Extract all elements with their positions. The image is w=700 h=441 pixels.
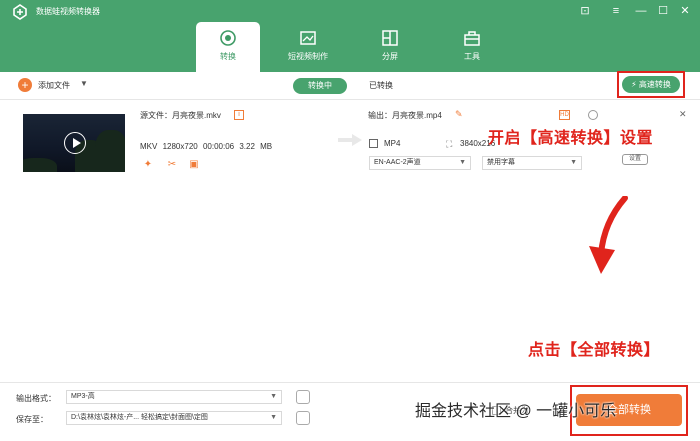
annotation-bottom: 点击【全部转换】 (528, 342, 661, 359)
save-path-value: D:\袁林炫\袁林炫-产... 轻松搞定\封面图\定图 (71, 414, 208, 421)
source-file-name: 源文件：月亮夜景.mkv (140, 111, 221, 120)
output-file-name: 输出：月亮夜景.mp4 (368, 111, 442, 120)
hd-icon[interactable]: HD (559, 110, 570, 120)
tab-label: 分屏 (382, 52, 398, 61)
settings-button[interactable]: 设置 (622, 154, 648, 165)
source-resolution: 1280x720 (162, 142, 198, 151)
magic-wand-icon[interactable]: ✦ (142, 159, 154, 171)
play-icon[interactable] (64, 132, 86, 154)
title-bar: 数据蛙视频转换器 ⊡ ≡ — ☐ ✕ 转换 短视频制作 分屏 工具 (0, 0, 700, 72)
audio-track-select[interactable]: EN-AAC-2声道 ▼ (369, 156, 471, 170)
tab-video-maker[interactable]: 短视频制作 (276, 22, 340, 72)
arrow-right-icon (338, 134, 362, 146)
folder-icon[interactable] (296, 411, 310, 425)
arrow-down-icon (589, 196, 628, 274)
fast-convert-button[interactable]: ⚡ 高速转换 (622, 76, 680, 93)
source-duration: 00:00:06 (202, 142, 235, 151)
minimize-icon[interactable]: — (633, 3, 649, 19)
format-settings-icon[interactable] (296, 390, 310, 404)
output-format-select[interactable]: MP3-高 ▼ (66, 390, 282, 404)
format-icon (369, 139, 378, 148)
resolution-icon: ⛶ (446, 139, 453, 149)
scissors-icon[interactable]: ✂ (166, 159, 178, 171)
save-to-label: 保存至： (16, 415, 48, 424)
pencil-icon[interactable]: ✎ (455, 109, 463, 120)
add-file-button[interactable]: 添加文件 (38, 80, 70, 91)
maximize-icon[interactable]: ☐ (655, 3, 671, 19)
tree-silhouette (23, 158, 57, 172)
output-format: MP4 (384, 139, 401, 148)
toolbox-icon (464, 31, 480, 46)
chevron-down-icon: ▼ (570, 159, 577, 166)
app-window: 数据蛙视频转换器 ⊡ ≡ — ☐ ✕ 转换 短视频制作 分屏 工具 + 添加文件… (0, 0, 700, 441)
watermark: 掘金技术社区 @ 一罐小可乐 (415, 403, 617, 420)
source-meta: MKV 1280x720 00:00:06 3.22 MB (140, 142, 272, 151)
app-title: 数据蛙视频转换器 (36, 7, 100, 16)
output-format-label: 输出格式： (16, 394, 56, 403)
toolbar: + 添加文件 ▼ 转换中 已转换 (0, 72, 700, 100)
close-icon[interactable]: ✕ (679, 109, 687, 120)
tab-convert[interactable]: 转换 (196, 22, 260, 72)
subtitle-value: 禁用字幕 (487, 159, 515, 166)
fast-convert-highlight: ⚡ 高速转换 (617, 71, 685, 98)
info-icon[interactable]: i (234, 110, 244, 120)
video-thumbnail[interactable] (23, 114, 125, 172)
chevron-down-icon: ▼ (459, 159, 466, 166)
audio-track-value: EN-AAC-2声道 (374, 159, 421, 166)
subtitle-select[interactable]: 禁用字幕 ▼ (482, 156, 582, 170)
save-path-select[interactable]: D:\袁林炫\袁林炫-产... 轻松搞定\封面图\定图 ▼ (66, 411, 282, 425)
convert-icon (220, 30, 236, 46)
split-screen-icon (382, 30, 398, 46)
annotation-top: 开启【高速转换】设置 (488, 130, 654, 147)
chevron-down-icon[interactable]: ▼ (80, 79, 88, 88)
fast-convert-label: 高速转换 (638, 80, 671, 89)
add-file-icon[interactable]: + (18, 78, 32, 92)
tree-silhouette (95, 130, 125, 172)
chevron-down-icon: ▼ (270, 393, 277, 400)
tab-label: 短视频制作 (288, 52, 328, 61)
close-icon[interactable]: ✕ (677, 3, 693, 19)
tab-label: 工具 (464, 52, 480, 61)
tab-tools[interactable]: 工具 (440, 22, 504, 72)
source-size: 3.22 MB (239, 142, 273, 151)
output-format-value: MP3-高 (71, 393, 95, 400)
video-maker-icon (300, 31, 316, 45)
app-logo-icon (13, 4, 27, 20)
tab-label: 转换 (220, 52, 236, 61)
chevron-down-icon: ▼ (270, 414, 277, 421)
source-format: MKV (140, 142, 158, 151)
tab-split-screen[interactable]: 分屏 (358, 22, 422, 72)
feedback-icon[interactable]: ⊡ (577, 3, 593, 19)
copy-edit-icon[interactable]: ▣ (188, 159, 200, 171)
gear-icon[interactable] (588, 110, 598, 120)
tab-converted[interactable]: 已转换 (354, 78, 408, 94)
tab-converting[interactable]: 转换中 (293, 78, 347, 94)
menu-icon[interactable]: ≡ (608, 3, 624, 19)
